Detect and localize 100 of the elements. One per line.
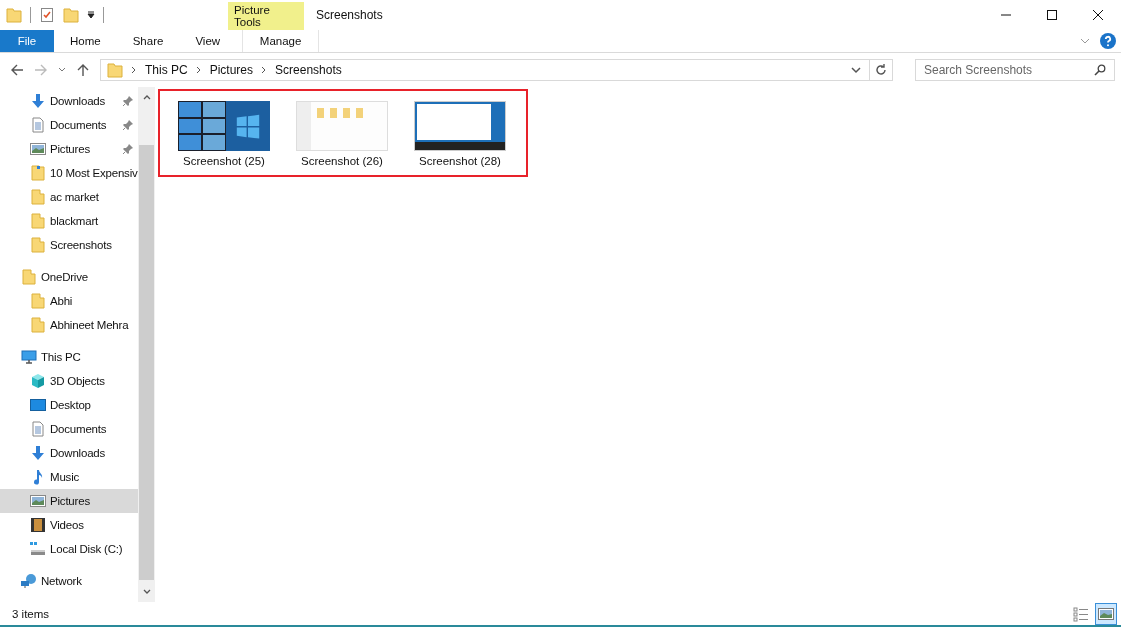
help-icon[interactable]	[1100, 33, 1116, 49]
cube-icon	[30, 373, 46, 389]
nav-label: Local Disk (C:)	[50, 543, 123, 555]
nav-label: Documents	[50, 423, 107, 435]
details-view-icon[interactable]	[1073, 606, 1089, 622]
nav-item[interactable]: Local Disk (C:)	[0, 537, 138, 561]
scroll-up-icon[interactable]	[142, 93, 151, 101]
nav-label: 3D Objects	[50, 375, 105, 387]
document-icon	[30, 117, 46, 133]
nav-item[interactable]: Desktop	[0, 393, 138, 417]
address-bar[interactable]: This PC Pictures Screenshots	[100, 59, 893, 81]
desktop-icon	[30, 397, 46, 413]
nav-item[interactable]: 3D Objects	[0, 369, 138, 393]
nav-label: Desktop	[50, 399, 91, 411]
file-tab[interactable]: File	[0, 30, 54, 52]
nav-label: Downloads	[50, 447, 106, 459]
search-icon[interactable]	[1094, 64, 1106, 76]
picture-icon	[30, 141, 46, 157]
folder-icon	[30, 165, 46, 181]
nav-item[interactable]: 10 Most Expensiv	[0, 161, 138, 185]
chevron-down-icon[interactable]	[851, 65, 861, 75]
large-icons-view-button[interactable]	[1095, 603, 1117, 625]
nav-label: Documents	[50, 119, 107, 131]
film-icon	[30, 517, 46, 533]
nav-item[interactable]: Screenshots	[0, 233, 138, 257]
document-icon	[30, 421, 46, 437]
pin-icon[interactable]	[122, 95, 134, 107]
dropdown-icon[interactable]	[87, 11, 95, 19]
search-field[interactable]: Search Screenshots	[915, 59, 1115, 81]
nav-label: Pictures	[50, 495, 90, 507]
folder-icon	[30, 213, 46, 229]
file-name: Screenshot (26)	[301, 155, 383, 167]
nav-item[interactable]: Downloads	[0, 89, 138, 113]
item-count: 3 items	[12, 608, 50, 620]
breadcrumb[interactable]: Screenshots	[275, 63, 342, 77]
breadcrumb[interactable]: This PC	[145, 63, 188, 77]
chevron-right-icon[interactable]	[195, 66, 202, 74]
nav-label: Videos	[50, 519, 84, 531]
nav-item[interactable]: ac market	[0, 185, 138, 209]
nav-item[interactable]: OneDrive	[0, 265, 138, 289]
nav-label: Music	[50, 471, 80, 483]
drive-icon	[30, 541, 46, 557]
folder-icon	[30, 293, 46, 309]
nav-label: Abhineet Mehra	[50, 319, 129, 331]
nav-item[interactable]: Abhineet Mehra	[0, 313, 138, 337]
nav-label: Pictures	[50, 143, 90, 155]
download-arrow-icon	[30, 93, 46, 109]
folder-icon	[30, 237, 46, 253]
nav-label: Screenshots	[50, 239, 112, 251]
scrollbar[interactable]	[138, 87, 155, 602]
scroll-down-icon[interactable]	[142, 588, 151, 596]
file-item[interactable]: Screenshot (25)	[170, 99, 278, 167]
folder-icon	[107, 62, 123, 78]
file-item[interactable]: Screenshot (26)	[288, 99, 396, 167]
back-arrow-icon[interactable]	[10, 63, 24, 77]
chevron-right-icon[interactable]	[131, 66, 137, 74]
ribbon-tab[interactable]: Home	[54, 30, 117, 52]
nav-item[interactable]: Network	[0, 569, 138, 593]
nav-item[interactable]: Abhi	[0, 289, 138, 313]
download-arrow-icon	[30, 445, 46, 461]
pin-icon[interactable]	[122, 119, 134, 131]
scroll-thumb[interactable]	[139, 145, 154, 580]
nav-label: This PC	[41, 351, 81, 363]
chevron-right-icon[interactable]	[261, 66, 268, 74]
ribbon-tab[interactable]: Manage	[242, 30, 320, 52]
network-icon	[21, 573, 37, 589]
pin-icon[interactable]	[122, 143, 134, 155]
nav-label: ac market	[50, 191, 99, 203]
computer-icon	[21, 349, 37, 365]
nav-item[interactable]: Music	[0, 465, 138, 489]
file-name: Screenshot (25)	[183, 155, 265, 167]
folder-icon	[30, 317, 46, 333]
nav-item[interactable]: Downloads	[0, 441, 138, 465]
context-tab-group: Picture Tools	[228, 2, 304, 30]
nav-item[interactable]: This PC	[0, 345, 138, 369]
nav-item[interactable]: Pictures	[0, 489, 138, 513]
nav-item[interactable]: Documents	[0, 417, 138, 441]
nav-item[interactable]: Videos	[0, 513, 138, 537]
properties-icon[interactable]	[39, 7, 55, 23]
nav-label: blackmart	[50, 215, 99, 227]
nav-item[interactable]: blackmart	[0, 209, 138, 233]
file-name: Screenshot (28)	[419, 155, 501, 167]
nav-label: Downloads	[50, 95, 106, 107]
folder-icon	[30, 189, 46, 205]
nav-item[interactable]: Pictures	[0, 137, 138, 161]
nav-label: OneDrive	[41, 271, 88, 283]
nav-label: Network	[41, 575, 82, 587]
picture-icon	[30, 493, 46, 509]
ribbon-tab[interactable]: Share	[116, 30, 180, 52]
nav-label: Abhi	[50, 295, 73, 307]
up-arrow-icon[interactable]	[76, 63, 90, 77]
file-item[interactable]: Screenshot (28)	[406, 99, 514, 167]
window-title: Screenshots	[315, 7, 383, 24]
folder-icon	[21, 269, 37, 285]
nav-item[interactable]: Documents	[0, 113, 138, 137]
breadcrumb[interactable]: Pictures	[209, 63, 254, 77]
nav-label: 10 Most Expensiv	[50, 167, 138, 179]
picture-icon	[1098, 608, 1114, 620]
recent-locations-icon[interactable]	[58, 66, 66, 74]
ribbon-tab[interactable]: View	[179, 30, 237, 52]
